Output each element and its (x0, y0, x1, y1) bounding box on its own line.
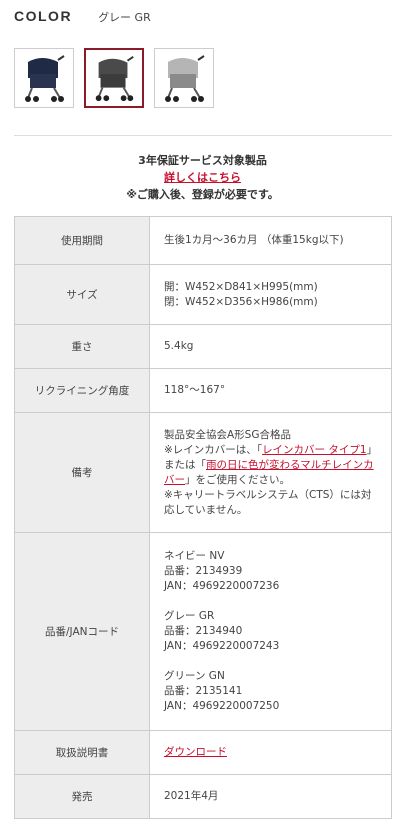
table-row: 備考 製品安全協会A形SG合格品 ※レインカバーは、「レインカバー タイプ1」ま… (14, 412, 392, 533)
spec-value: 製品安全協会A形SG合格品 ※レインカバーは、「レインカバー タイプ1」または「… (149, 412, 392, 533)
stroller-gray-image (95, 56, 134, 102)
product-code: 品番：2134939 (164, 565, 243, 577)
spec-label: 取扱説明書 (14, 730, 150, 775)
table-row: 品番/JANコード ネイビー NV 品番：2134939 JAN：4969220… (14, 532, 392, 731)
jan-code: JAN：4969220007243 (164, 640, 280, 652)
table-row: 取扱説明書 ダウンロード (14, 730, 392, 775)
manual-download-link[interactable]: ダウンロード (164, 746, 227, 758)
swatch-gray[interactable] (84, 48, 144, 108)
size-open: 開：W452×D841×H995(mm) (164, 280, 318, 293)
spec-label: 備考 (14, 412, 150, 533)
spec-label: 品番/JANコード (14, 532, 150, 731)
jan-group-green: グリーン GN 品番：2135141 JAN：4969220007250 (164, 669, 377, 714)
size-closed: 閉：W452×D356×H986(mm) (164, 295, 318, 308)
spec-value: 生後1カ月〜36カ月 （体重15kg以下) (149, 216, 392, 265)
spec-value: 開：W452×D841×H995(mm) 閉：W452×D356×H986(mm… (149, 264, 392, 325)
sg-certification: 製品安全協会A形SG合格品 (164, 428, 291, 441)
product-code: 品番：2135141 (164, 685, 243, 697)
spec-value: 5.4kg (149, 324, 392, 369)
warranty-notice: 3年保証サービス対象製品 詳しくはこちら ※ご購入後、登録が必要です。 (0, 152, 405, 203)
cts-note: ※キャリートラベルシステム（CTS）には対応していません。 (164, 488, 372, 516)
table-row: 使用期間 生後1カ月〜36カ月 （体重15kg以下) (14, 216, 392, 265)
spec-label: 重さ (14, 324, 150, 369)
jan-color-name: ネイビー NV (164, 550, 225, 562)
swatch-navy[interactable] (14, 48, 74, 108)
color-label: COLOR (14, 8, 73, 24)
stroller-green-image (165, 55, 205, 102)
divider (14, 135, 392, 136)
product-code: 品番：2134940 (164, 625, 243, 637)
rain-cover-type1-link[interactable]: レインカバー タイプ1 (262, 444, 367, 456)
table-row: サイズ 開：W452×D841×H995(mm) 閉：W452×D356×H98… (14, 264, 392, 325)
table-row: 発売 2021年4月 (14, 774, 392, 819)
spec-label: サイズ (14, 264, 150, 325)
spec-label: 使用期間 (14, 216, 150, 265)
spec-table: 使用期間 生後1カ月〜36カ月 （体重15kg以下) サイズ 開：W452×D8… (14, 216, 392, 819)
jan-group-navy: ネイビー NV 品番：2134939 JAN：4969220007236 (164, 549, 377, 594)
warranty-note: ※ご購入後、登録が必要です。 (126, 188, 279, 201)
jan-code: JAN：4969220007236 (164, 580, 280, 592)
warranty-details-link[interactable]: 詳しくはこちら (164, 171, 241, 184)
swatch-green[interactable] (154, 48, 214, 108)
jan-color-name: グリーン GN (164, 670, 225, 682)
selected-color: グレー GR (98, 11, 151, 24)
rain-cover-text: 」をご使用ください。 (185, 473, 290, 486)
spec-value: 118°〜167° (149, 368, 392, 413)
spec-label: 発売 (14, 774, 150, 819)
jan-group-gray: グレー GR 品番：2134940 JAN：4969220007243 (164, 609, 377, 654)
spec-label: リクライニング角度 (14, 368, 150, 413)
table-row: 重さ 5.4kg (14, 324, 392, 369)
spec-value: 2021年4月 (149, 774, 392, 819)
spec-value: ネイビー NV 品番：2134939 JAN：4969220007236 グレー… (149, 532, 392, 731)
color-row: COLOR グレー GR (14, 8, 151, 25)
table-row: リクライニング角度 118°〜167° (14, 368, 392, 413)
color-swatches (14, 48, 214, 108)
rain-cover-text: ※レインカバーは、「 (164, 443, 263, 456)
spec-value: ダウンロード (149, 730, 392, 775)
stroller-navy-image (25, 55, 65, 102)
jan-code: JAN：4969220007250 (164, 700, 280, 712)
jan-color-name: グレー GR (164, 610, 215, 622)
warranty-title: 3年保証サービス対象製品 (138, 154, 267, 167)
rain-cover-note: ※レインカバーは、「レインカバー タイプ1」または「雨の日に色が変わるマルチレイ… (164, 443, 377, 488)
